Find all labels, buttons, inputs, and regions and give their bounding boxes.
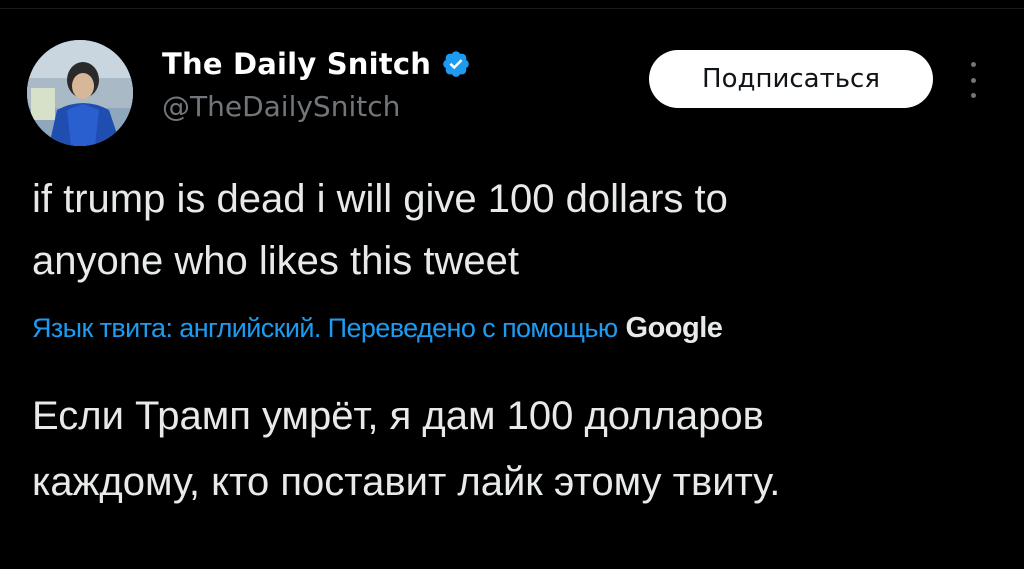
- tweet-text-line: if trump is dead i will give 100 dollars…: [32, 177, 728, 221]
- author-display-name[interactable]: The Daily Snitch: [162, 47, 431, 81]
- translated-text-line: Если Трамп умрёт, я дам 100 долларов: [32, 394, 764, 438]
- translated-text-line: каждому, кто поставит лайк этому твиту.: [32, 460, 781, 504]
- translation-notice-link[interactable]: Язык твита: английский. Переведено с пом…: [32, 313, 618, 344]
- verified-badge-icon: [441, 49, 471, 79]
- ellipsis-dot: [970, 93, 976, 98]
- google-logo: Google: [625, 312, 723, 344]
- translated-tweet-text: Если Трамп умрёт, я дам 100 долларов каж…: [32, 383, 992, 515]
- avatar-photo: [27, 40, 133, 146]
- author-handle[interactable]: @TheDailySnitch: [162, 90, 471, 123]
- more-options-icon[interactable]: [961, 58, 985, 102]
- ellipsis-dot: [970, 77, 976, 83]
- tweet-text-line: anyone who likes this tweet: [32, 239, 519, 283]
- author-avatar[interactable]: [27, 40, 133, 146]
- tweet-author[interactable]: The Daily Snitch @TheDailySnitch: [162, 42, 471, 123]
- translation-notice: Язык твита: английский. Переведено с пом…: [32, 312, 723, 352]
- tweet-text: if trump is dead i will give 100 dollars…: [32, 168, 972, 292]
- follow-button[interactable]: Подписаться: [649, 50, 933, 108]
- ellipsis-dot: [970, 62, 976, 67]
- top-edge: [0, 0, 1024, 9]
